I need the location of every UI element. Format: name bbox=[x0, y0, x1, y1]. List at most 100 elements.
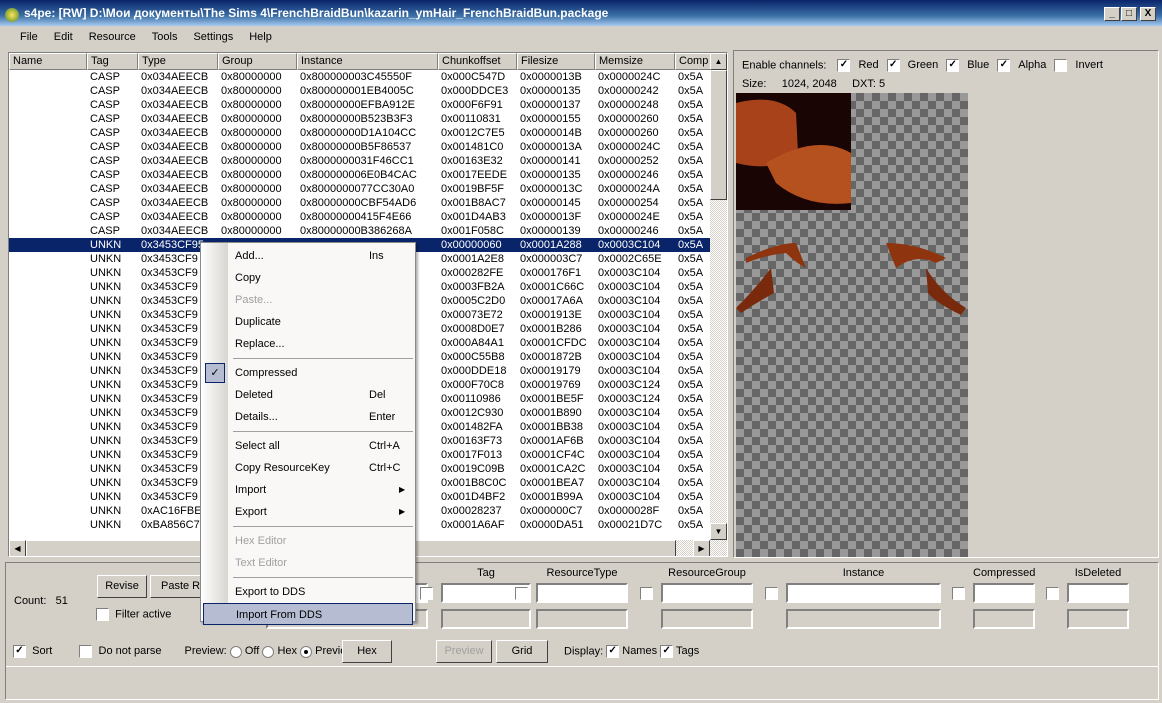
grid-button[interactable]: Grid bbox=[496, 640, 548, 663]
scroll-thumb[interactable] bbox=[710, 70, 727, 200]
channel-blue-checkbox[interactable]: ✓ Blue bbox=[946, 59, 989, 72]
filter-instance-checkbox[interactable] bbox=[765, 587, 778, 600]
radio-hex[interactable]: Hex bbox=[262, 645, 297, 658]
cell-type: 0x034AEECB bbox=[141, 169, 209, 181]
menu-item-compressed[interactable]: ✓ Compressed bbox=[203, 362, 413, 384]
cell-tag: CASP bbox=[90, 85, 120, 97]
table-row[interactable]: CASP 0x034AEECB 0x80000000 0x800000003C4555… bbox=[9, 70, 711, 84]
menu-item-export-to-dds[interactable]: Export to DDS bbox=[203, 581, 413, 603]
menu-separator bbox=[233, 526, 413, 527]
table-row[interactable]: CASP 0x034AEECB 0x80000000 0x80000000415F4E… bbox=[9, 210, 711, 224]
table-row[interactable]: CASP 0x034AEECB 0x80000000 0x800000001EB400… bbox=[9, 84, 711, 98]
filter-instance-input[interactable] bbox=[786, 583, 941, 603]
menu-item-select-all[interactable]: Select all Ctrl+A bbox=[203, 435, 413, 457]
menu-resource[interactable]: Resource bbox=[81, 28, 144, 48]
column-header-chunkoffset[interactable]: Chunkoffset bbox=[438, 53, 517, 70]
channel-green-checkbox[interactable]: ✓ Green bbox=[886, 59, 938, 72]
cell-instance: 0x80000000CBF54AD6 bbox=[300, 197, 417, 209]
cell-comp: 0x5A bbox=[678, 365, 704, 377]
filter-compressed-input[interactable] bbox=[973, 583, 1035, 603]
menu-item-details[interactable]: Details... Enter bbox=[203, 406, 413, 428]
column-header-type[interactable]: Type bbox=[138, 53, 218, 70]
cell-group: 0x80000000 bbox=[221, 99, 282, 111]
hex-button[interactable]: Hex bbox=[342, 640, 392, 663]
scroll-down-button[interactable]: ▼ bbox=[710, 523, 727, 540]
menu-item-hex-editor: Hex Editor bbox=[203, 530, 413, 552]
filter-tag-checkbox[interactable] bbox=[420, 587, 433, 600]
table-row[interactable]: CASP 0x034AEECB 0x80000000 0x80000000D1A104… bbox=[9, 126, 711, 140]
table-row[interactable]: CASP 0x034AEECB 0x80000000 0x80000000EFBA91… bbox=[9, 98, 711, 112]
column-header-filesize[interactable]: Filesize bbox=[517, 53, 595, 70]
filter-resourcegroup-checkbox[interactable] bbox=[640, 587, 653, 600]
table-row[interactable]: CASP 0x034AEECB 0x80000000 0x800000006E0B4C… bbox=[9, 168, 711, 182]
filter-resourcetype-checkbox[interactable] bbox=[515, 587, 528, 600]
minimize-button[interactable]: _ bbox=[1104, 7, 1120, 21]
menu-item-import[interactable]: Import ▶ bbox=[203, 479, 413, 501]
menu-item-deleted[interactable]: Deleted Del bbox=[203, 384, 413, 406]
cell-filesize: 0x00000139 bbox=[520, 225, 581, 237]
menu-item-label: Copy bbox=[235, 272, 261, 284]
menu-settings[interactable]: Settings bbox=[185, 28, 241, 48]
filter-isdeleted-input[interactable] bbox=[1067, 583, 1129, 603]
cell-comp: 0x5A bbox=[678, 281, 704, 293]
radio-off-label: Off bbox=[244, 645, 260, 658]
close-button[interactable]: X bbox=[1140, 7, 1156, 21]
cell-tag: UNKN bbox=[90, 505, 122, 517]
cell-chunkoffset: 0x000DDCE3 bbox=[441, 85, 509, 97]
filter-resourcegroup-input[interactable] bbox=[661, 583, 753, 603]
menu-item-copy[interactable]: Copy bbox=[203, 267, 413, 289]
menu-item-import-from-dds[interactable]: Import From DDS bbox=[203, 603, 413, 625]
menu-file[interactable]: File bbox=[12, 28, 46, 48]
column-header-group[interactable]: Group bbox=[218, 53, 297, 70]
radio-off[interactable]: Off bbox=[229, 645, 260, 658]
menu-separator bbox=[233, 358, 413, 359]
column-header-instance[interactable]: Instance bbox=[297, 53, 438, 70]
cell-group: 0x80000000 bbox=[221, 197, 282, 209]
column-header-tag[interactable]: Tag bbox=[87, 53, 138, 70]
count-value: 51 bbox=[55, 595, 68, 607]
maximize-button[interactable]: □ bbox=[1121, 7, 1137, 21]
filter-isdeleted-checkbox[interactable] bbox=[1046, 587, 1059, 600]
scroll-left-button[interactable]: ◀ bbox=[9, 540, 26, 556]
table-row[interactable]: CASP 0x034AEECB 0x80000000 0x80000000B38626… bbox=[9, 224, 711, 238]
filter-resourcetype-input[interactable] bbox=[536, 583, 628, 603]
column-header-memsize[interactable]: Memsize bbox=[595, 53, 675, 70]
filter-compressed-checkbox[interactable] bbox=[952, 587, 965, 600]
channel-red-checkbox[interactable]: ✓ Red bbox=[837, 59, 879, 72]
vertical-scrollbar[interactable]: ▲ ▼ bbox=[710, 53, 727, 540]
menu-tools[interactable]: Tools bbox=[144, 28, 186, 48]
filter-active-checkbox[interactable]: Filter active bbox=[96, 608, 171, 621]
menu-item-add[interactable]: Add... Ins bbox=[203, 245, 413, 267]
menu-item-export[interactable]: Export ▶ bbox=[203, 501, 413, 523]
sort-checkbox[interactable]: ✓ Sort bbox=[13, 645, 52, 658]
column-header-name[interactable]: Name bbox=[9, 53, 87, 70]
names-checkbox[interactable]: ✓ Names bbox=[606, 645, 657, 658]
menu-item-duplicate[interactable]: Duplicate bbox=[203, 311, 413, 333]
cell-comp: 0x5A bbox=[678, 155, 704, 167]
preview-label: Preview: bbox=[184, 645, 227, 658]
tags-checkbox[interactable]: ✓ Tags bbox=[660, 645, 699, 658]
table-row[interactable]: CASP 0x034AEECB 0x80000000 0x80000000CBF54A… bbox=[9, 196, 711, 210]
table-row[interactable]: CASP 0x034AEECB 0x80000000 0x80000000B5F865… bbox=[9, 140, 711, 154]
revise-button[interactable]: Revise bbox=[97, 575, 147, 598]
scroll-up-button[interactable]: ▲ bbox=[710, 53, 727, 70]
cell-name bbox=[9, 406, 87, 420]
preview-button: Preview bbox=[436, 640, 492, 663]
table-row[interactable]: CASP 0x034AEECB 0x80000000 0x8000000077CC30… bbox=[9, 182, 711, 196]
cell-tag: UNKN bbox=[90, 435, 122, 447]
column-header-comp[interactable]: Comp bbox=[675, 53, 711, 70]
cell-name bbox=[9, 462, 87, 476]
cell-filesize: 0x0000DA51 bbox=[520, 519, 584, 531]
scroll-right-button[interactable]: ▶ bbox=[693, 540, 710, 556]
menu-item-replace[interactable]: Replace... bbox=[203, 333, 413, 355]
cell-tag: UNKN bbox=[90, 477, 122, 489]
menu-edit[interactable]: Edit bbox=[46, 28, 81, 48]
menu-item-copy-resourcekey[interactable]: Copy ResourceKey Ctrl+C bbox=[203, 457, 413, 479]
menu-help[interactable]: Help bbox=[241, 28, 280, 48]
cell-chunkoffset: 0x000C55B8 bbox=[441, 351, 505, 363]
channel-invert-checkbox[interactable]: Invert bbox=[1054, 59, 1103, 72]
do-not-parse-checkbox[interactable]: Do not parse bbox=[79, 645, 161, 658]
table-row[interactable]: CASP 0x034AEECB 0x80000000 0x80000000B523B3… bbox=[9, 112, 711, 126]
channel-alpha-checkbox[interactable]: ✓ Alpha bbox=[997, 59, 1046, 72]
table-row[interactable]: CASP 0x034AEECB 0x80000000 0x8000000031F46C… bbox=[9, 154, 711, 168]
